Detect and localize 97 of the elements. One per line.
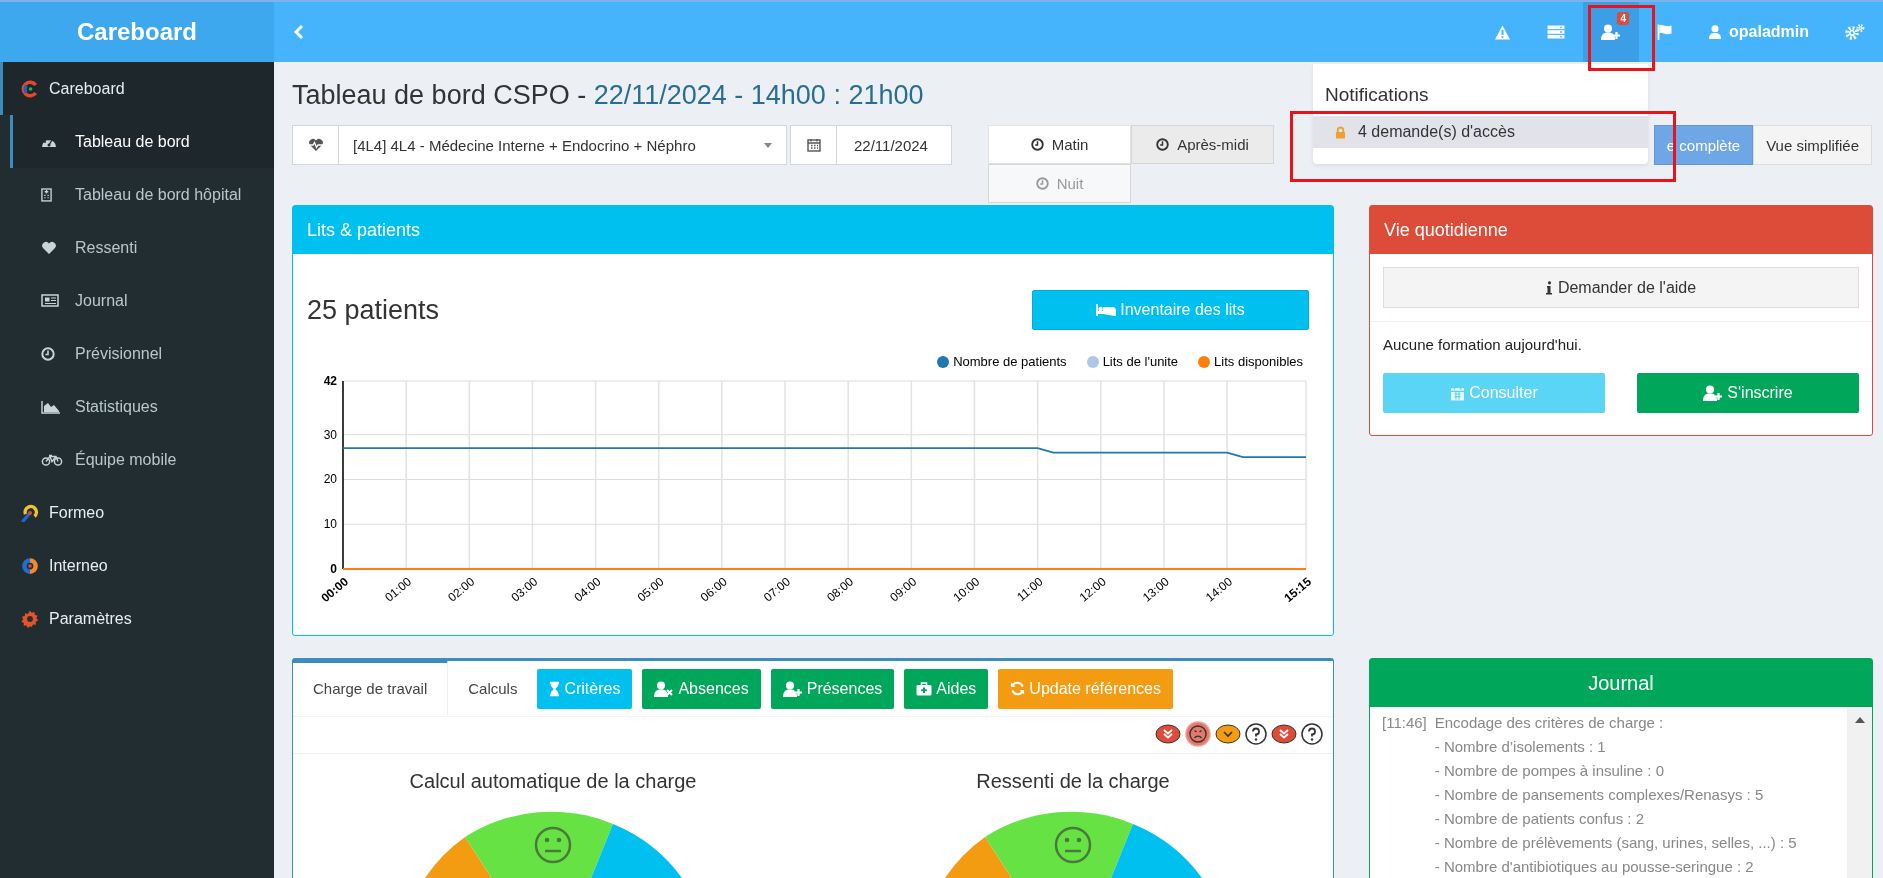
hospital-icon [41,187,52,202]
sidebar-section[interactable]: Paramètres [0,592,274,645]
date-field[interactable]: 22/11/2024 [790,125,952,165]
info-icon [1545,280,1552,295]
y-tick-label: 20 [323,472,337,487]
logo-icon [21,79,39,98]
clock-icon [1156,138,1170,151]
sidebar-section[interactable]: Careboard [0,62,274,115]
item-label: Journal [75,291,128,310]
section-label: Formeo [49,503,105,522]
calendar-icon [1450,385,1466,401]
double-chevron-icon [1155,724,1181,744]
medkit-icon [916,681,933,696]
dropdown-title: Notifications [1324,83,1430,107]
view-toggle[interactable]: Vue simplifiée [1753,125,1872,165]
section-label: Interneo [49,556,108,575]
section-label: Paramètres [49,609,132,628]
page-title: Tableau de bord CSPO - 22/11/2024 - 14h00 : 21h00 [292,80,924,111]
clock-icon [1035,177,1049,190]
y-tick-label: 10 [323,517,337,532]
service-select[interactable]: [4L4] 4L4 - Médecine Interne + Endocrino + Néphro [292,125,787,165]
log-text: Encodage des critères de charge : [1434,713,1665,733]
heartbeat-icon [307,138,324,152]
legend-label: Nombre de patients [953,354,1067,369]
y-tick-label: 0 [330,562,337,576]
double-chevron-icon [1271,724,1297,744]
newspaper-icon [41,294,59,307]
hourglass-icon [549,680,561,697]
panel-tab[interactable]: Calculs [448,659,538,715]
log-detail: - Nombre d’isolements : 1 [1434,737,1607,757]
item-label: Ressenti [75,238,138,257]
user-add-button[interactable]: 4 [1583,2,1639,62]
log-detail: - Nombre de prélèvements (sang, urines, selles, ...) : 5 [1434,833,1797,853]
bicycle-icon [41,453,63,466]
log-detail: - Nombre de pompes à insuline : 0 [1434,761,1666,781]
user-remove-icon [654,680,675,697]
clock-icon [1030,138,1044,151]
warning-icon [1494,24,1511,40]
panel-title: Journal [1370,659,1872,707]
item-label: Prévisionnel [75,344,163,363]
user-add-icon [1703,385,1724,401]
panel-tab[interactable]: Charge de travail [293,659,449,715]
info-message: Aucune formation aujourd'hui. [1383,336,1583,353]
gauge-title: Calcul automatique de la charge [409,770,697,793]
item-label: Tableau de bord hôpital [75,185,242,204]
legend-label: Lits de l'unite [1102,354,1179,369]
calendar-icon [806,138,821,152]
scroll-up-icon [1854,717,1865,723]
help-button[interactable]: Demander de l'aide [1383,267,1859,308]
notification-text: 4 demande(s) d'accès [1358,123,1515,141]
area-chart-icon [41,399,61,414]
patient-count: 25 patients [307,294,440,326]
clock-icon [41,346,55,361]
brand-title: Careboard [0,0,274,62]
notification-badge: 4 [1617,12,1629,25]
logo-icon [21,503,39,522]
item-label: Équipe mobile [75,450,177,469]
user-icon [1709,25,1721,39]
logo-icon [21,556,39,575]
date-value: 22/11/2024 [853,136,928,154]
refresh-icon [1010,681,1026,696]
help-icon [1245,723,1267,745]
panel-title: Vie quotidienne [1370,206,1872,254]
sidebar-item[interactable]: Tableau de bord [10,115,274,168]
lock-icon [1335,125,1346,139]
frown-face-icon [1185,721,1211,747]
log-detail: - Nombre de pansements complexes/Renasys : 5 [1434,785,1765,805]
y-tick-label: 30 [323,427,337,442]
y-tick-label: 42 [323,374,337,388]
chevron-icon [1215,724,1241,744]
item-label: Statistiques [75,397,158,416]
user-add-icon [1601,24,1621,40]
gauge-title: Ressenti de la charge [976,770,1170,793]
caret-icon [764,142,772,148]
heart-icon [41,240,57,255]
user-add-icon [782,680,803,697]
settings-icon [21,609,39,628]
bed-icon [1096,304,1117,316]
item-label: Tableau de bord [75,132,190,151]
select-value: [4L4] 4L4 - Médecine Interne + Endocrino + Néphro [352,136,697,154]
log-time: [11:46] [1382,713,1427,733]
section-label: Careboard [49,79,125,98]
notification-item[interactable]: 4 demande(s) d'accès [1313,116,1648,148]
settings-icon [1845,24,1865,40]
help-icon [1301,723,1323,745]
panel-title: Lits & patients [293,206,1333,254]
sidebar-section[interactable]: Formeo [0,486,274,539]
legend-label: Lits disponibles [1214,354,1303,369]
highlight-frame [1588,5,1655,71]
sidebar-section[interactable]: Interneo [0,539,274,592]
server-icon [1547,25,1565,39]
shift-button[interactable]: Après-midi [1131,125,1274,164]
shift-button[interactable]: Matin [988,125,1131,164]
log-detail: - Nombre de patients confus : 2 [1434,809,1646,829]
log-detail: - Nombre d'antibiotiques au pousse-seringue : 2 [1434,857,1755,877]
chevron-left-icon [294,24,304,40]
flag-icon [1657,24,1673,40]
